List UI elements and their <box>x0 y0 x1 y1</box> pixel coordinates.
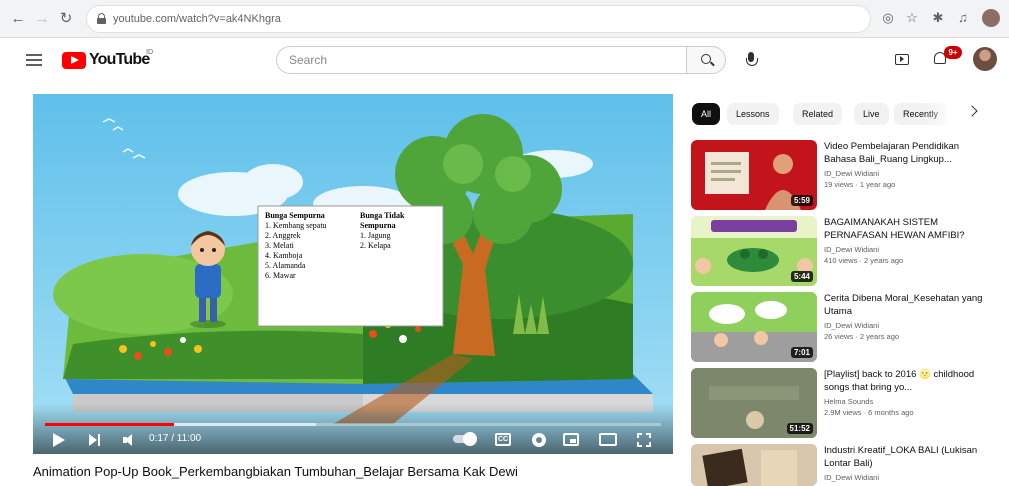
recommendation-channel[interactable]: ID_Dewi Widiani <box>824 245 879 254</box>
filter-chips: All Lessons Related Live Recently <box>692 103 992 127</box>
media-icon[interactable]: ♫ <box>955 10 971 26</box>
board-col2-title: Bunga Tidak Sempurna <box>360 211 405 230</box>
duration-badge: 5:59 <box>790 195 813 206</box>
chip-all[interactable]: All <box>692 103 721 125</box>
captions-icon[interactable]: CC <box>495 433 511 446</box>
board-column-2: Bunga Tidak Sempurna 1. Jagung 2. Kelapa <box>360 211 440 251</box>
board-column-1: Bunga Sempurna 1. Kembang sepatu 2. Angg… <box>265 211 360 281</box>
youtube-play-icon <box>62 52 86 69</box>
duration-badge: 5:44 <box>790 271 813 282</box>
video-thumbnail[interactable]: 7:01 <box>691 292 817 362</box>
puzzle-icon[interactable]: ✱ <box>930 10 946 26</box>
duration-badge: 7:01 <box>790 347 813 358</box>
masthead: YouTube ID 9+ <box>0 38 1009 82</box>
recommendation-item[interactable]: 5:59 Video Pembelajaran Pendidikan Bahas… <box>691 140 1001 210</box>
profile-avatar[interactable] <box>982 9 1000 27</box>
notification-badge: 9+ <box>944 46 962 59</box>
recommendation-title[interactable]: [Playlist] back to 2016 🌝 childhood song… <box>824 368 984 394</box>
address-url: youtube.com/watch?v=ak4NKhgra <box>113 13 281 25</box>
create-video-icon[interactable] <box>895 54 909 65</box>
board-col2-item: 1. Jagung <box>360 231 391 240</box>
recommendation-channel[interactable]: ID_Dewi Widiani <box>824 321 879 330</box>
volume-icon[interactable] <box>123 434 137 446</box>
board-col1-item: 4. Kamboja <box>265 251 303 260</box>
recommendation-title[interactable]: Cerita Dibena Moral_Kesehatan yang Utama <box>824 292 984 318</box>
recommendation-title[interactable]: BAGAIMANAKAH SISTEM PERNAFASAN HEWAN AMF… <box>824 216 984 242</box>
chip-lessons[interactable]: Lessons <box>727 103 779 125</box>
player-controls: 0:17 / 11:00 CC <box>33 404 673 454</box>
chip-related[interactable]: Related <box>793 103 843 125</box>
video-thumbnail[interactable]: 51:52 <box>691 368 817 438</box>
video-player[interactable]: Bunga Sempurna 1. Kembang sepatu 2. Angg… <box>33 94 673 454</box>
board-col2-item: 2. Kelapa <box>360 241 391 250</box>
video-title: Animation Pop-Up Book_Perkembangbiakan T… <box>33 464 518 479</box>
progress-bar[interactable] <box>45 423 661 426</box>
logo-text: YouTube <box>89 51 150 68</box>
search-icon <box>701 54 711 64</box>
theater-mode-icon[interactable] <box>599 433 617 446</box>
recommendation-meta: 26 views · 2 years ago <box>824 332 900 341</box>
search-button[interactable] <box>686 46 726 74</box>
lock-icon <box>97 13 106 24</box>
country-code: ID <box>146 49 153 56</box>
back-icon[interactable]: ← <box>8 9 28 29</box>
recommendation-item[interactable]: 7:01 Cerita Dibena Moral_Kesehatan yang … <box>691 292 1001 362</box>
menu-icon[interactable] <box>26 54 42 66</box>
recommendation-meta: 410 views · 2 years ago <box>824 256 904 265</box>
recommendation-channel[interactable]: ID_Dewi Widiani <box>824 473 879 482</box>
browser-toolbar: ← → ↻ youtube.com/watch?v=ak4NKhgra ◎ ☆ … <box>0 0 1009 38</box>
video-thumbnail[interactable]: 5:44 <box>691 216 817 286</box>
video-thumbnail[interactable]: 5:59 <box>691 140 817 210</box>
reload-icon[interactable]: ↻ <box>56 9 76 29</box>
search-input[interactable] <box>289 47 669 73</box>
board-col1-item: 1. Kembang sepatu <box>265 221 327 230</box>
recommendation-item[interactable]: 5:44 BAGAIMANAKAH SISTEM PERNAFASAN HEWA… <box>691 216 1001 286</box>
board-col1-item: 5. Alamanda <box>265 261 306 270</box>
account-avatar[interactable] <box>973 47 997 71</box>
duration-badge: 51:52 <box>786 423 813 434</box>
extension-icon[interactable]: ◎ <box>880 10 896 26</box>
board-col1-title: Bunga Sempurna <box>265 211 325 220</box>
progress-played <box>45 423 175 426</box>
bookmark-star-icon[interactable]: ☆ <box>904 10 920 26</box>
board-col1-item: 3. Melati <box>265 241 294 250</box>
miniplayer-icon[interactable] <box>563 433 579 446</box>
recommendation-meta: 2.9M views · 6 months ago <box>824 408 914 417</box>
recommendation-item[interactable]: 51:52 [Playlist] back to 2016 🌝 childhoo… <box>691 368 1001 438</box>
board-col1-item: 6. Mawar <box>265 271 296 280</box>
video-thumbnail[interactable] <box>691 444 817 486</box>
settings-gear-icon[interactable] <box>532 433 546 447</box>
board-col1-item: 2. Anggrek <box>265 231 301 240</box>
search-box <box>276 46 686 74</box>
autoplay-toggle[interactable] <box>453 432 477 446</box>
recommendation-title[interactable]: Video Pembelajaran Pendidikan Bahasa Bal… <box>824 140 984 166</box>
address-bar[interactable]: youtube.com/watch?v=ak4NKhgra <box>86 5 871 33</box>
thumbnail-art <box>691 444 817 486</box>
microphone-icon[interactable] <box>746 52 758 66</box>
play-icon[interactable] <box>53 433 65 447</box>
recommendation-meta: 19 views · 1 year ago <box>824 180 896 189</box>
time-display: 0:17 / 11:00 <box>149 433 202 444</box>
chevron-right-icon[interactable] <box>966 105 978 117</box>
chips-fade <box>924 103 960 125</box>
recommendation-channel[interactable]: Helma Sounds <box>824 397 873 406</box>
next-icon[interactable] <box>89 434 101 446</box>
forward-icon[interactable]: → <box>32 9 52 29</box>
fullscreen-icon[interactable] <box>637 433 651 447</box>
recommendation-channel[interactable]: ID_Dewi Widiani <box>824 169 879 178</box>
recommendation-title[interactable]: Industri Kreatif_LOKA BALI (Lukisan Lont… <box>824 444 984 470</box>
chip-live[interactable]: Live <box>854 103 889 125</box>
recommendation-item[interactable]: Industri Kreatif_LOKA BALI (Lukisan Lont… <box>691 444 1001 486</box>
